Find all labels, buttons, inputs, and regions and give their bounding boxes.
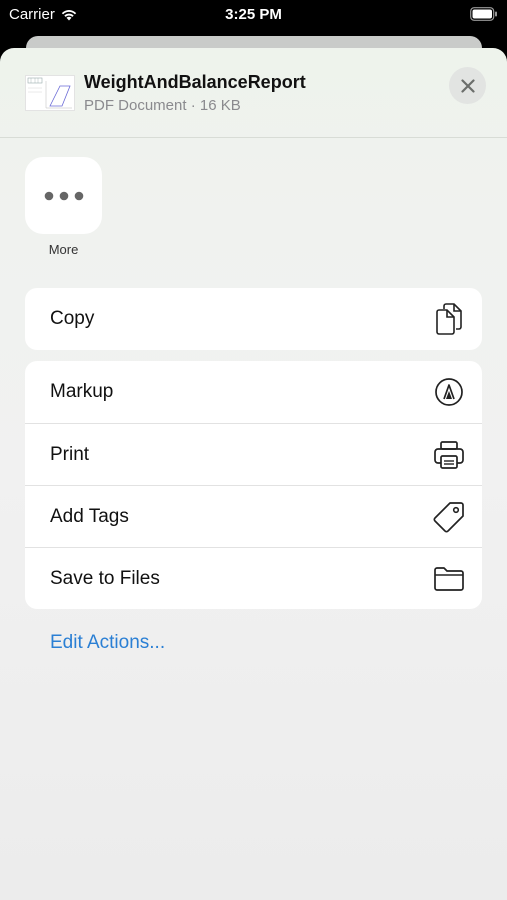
save-to-files-label: Save to Files: [50, 567, 160, 589]
battery-icon: [470, 7, 497, 21]
printer-icon: [433, 439, 465, 471]
file-title: WeightAndBalanceReport: [84, 72, 306, 92]
share-sheet: WeightAndBalanceReport PDF Document · 16…: [0, 48, 507, 900]
close-icon: [460, 78, 475, 93]
file-subtitle: PDF Document · 16 KB: [84, 97, 241, 114]
markup-action[interactable]: Markup: [25, 361, 482, 423]
tag-icon: [433, 501, 465, 533]
copy-group: Copy: [25, 288, 482, 350]
copy-icon: [433, 303, 465, 335]
more-button[interactable]: [25, 157, 102, 234]
more-label: More: [48, 242, 79, 257]
status-time: 3:25 PM: [225, 6, 282, 23]
pdf-thumbnail: [25, 75, 75, 111]
edit-actions-link[interactable]: Edit Actions...: [50, 632, 165, 654]
copy-action[interactable]: Copy: [25, 288, 482, 350]
ellipsis-icon: [44, 191, 83, 200]
markup-label: Markup: [50, 381, 114, 402]
add-tags-action[interactable]: Add Tags: [25, 485, 482, 547]
print-label: Print: [50, 443, 90, 465]
print-action[interactable]: Print: [25, 423, 482, 485]
close-button[interactable]: [449, 67, 486, 104]
add-tags-label: Add Tags: [50, 505, 129, 527]
markup-icon: [433, 376, 465, 408]
actions-group: Markup Print Add Tags Save to Files: [25, 361, 482, 609]
copy-label: Copy: [50, 308, 95, 329]
share-header: WeightAndBalanceReport PDF Document · 16…: [0, 48, 507, 138]
save-to-files-action[interactable]: Save to Files: [25, 547, 482, 609]
status-bar: Carrier 3:25 PM: [0, 0, 507, 30]
folder-icon: [433, 563, 465, 595]
